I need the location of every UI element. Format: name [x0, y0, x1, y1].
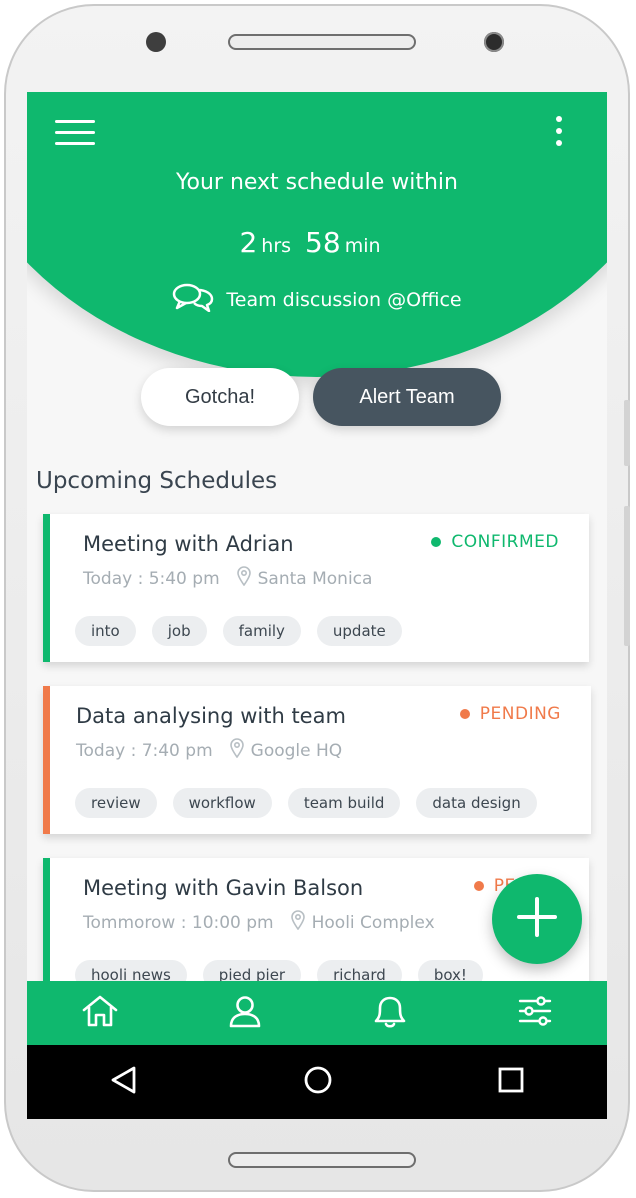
home-circle-icon[interactable] [303, 1065, 333, 1099]
earpiece-speaker [228, 34, 416, 50]
schedule-time: Tommorow : 10:00 pm [83, 912, 274, 933]
next-event: Team discussion @Office [27, 282, 607, 317]
nav-settings[interactable] [505, 983, 565, 1043]
bottom-navigation [27, 981, 607, 1045]
app-screen: Your next schedule within 2 hrs 58 min Team… [27, 92, 607, 1119]
status-dot-icon [431, 537, 442, 547]
schedule-location: Hooli Complex [311, 912, 435, 933]
power-button [624, 506, 630, 646]
schedule-meta: Today : 5:40 pm Santa Monica [83, 566, 372, 591]
tag[interactable]: review [75, 788, 157, 818]
hours-value: 2 [239, 226, 258, 259]
location-pin-icon [229, 738, 245, 763]
tag-list: into job family update [75, 616, 402, 646]
kebab-more-icon[interactable] [549, 116, 569, 152]
recents-icon[interactable] [497, 1066, 525, 1098]
minutes-value: 58 [305, 226, 341, 259]
plus-icon [516, 896, 558, 942]
volume-button [624, 400, 630, 466]
location-pin-icon [290, 910, 306, 935]
alert-team-button[interactable]: Alert Team [313, 368, 501, 426]
status-badge: CONFIRMED [431, 532, 559, 552]
schedule-location: Santa Monica [257, 568, 373, 589]
sliders-icon [517, 995, 553, 1031]
add-schedule-button[interactable] [492, 874, 582, 964]
gotcha-button[interactable]: Gotcha! [141, 368, 299, 426]
minutes-unit: min [344, 235, 381, 257]
tag[interactable]: update [316, 616, 402, 646]
schedule-title: Data analysing with team [76, 704, 346, 728]
tag-list: review workflow team build data design [75, 788, 537, 818]
hamburger-menu-icon[interactable] [55, 120, 95, 146]
bottom-speaker [228, 1152, 416, 1168]
status-dot-icon [459, 709, 470, 719]
profile-icon [228, 994, 262, 1032]
system-navigation-bar [27, 1045, 607, 1119]
location-pin-icon [236, 566, 252, 591]
chat-bubbles-icon [172, 282, 214, 317]
schedule-title: Meeting with Gavin Balson [83, 876, 364, 900]
nav-notifications[interactable] [360, 983, 420, 1043]
tag[interactable]: family [222, 616, 301, 646]
tag[interactable]: team build [287, 788, 401, 818]
status-text: CONFIRMED [451, 532, 559, 552]
schedule-card[interactable]: Data analysing with team PENDING Today :… [43, 686, 591, 834]
hours-unit: hrs [261, 235, 292, 257]
bell-icon [371, 993, 409, 1033]
status-badge: PENDING [459, 704, 561, 724]
proximity-sensor [146, 32, 166, 52]
nav-profile[interactable] [215, 983, 275, 1043]
schedule-title: Meeting with Adrian [83, 532, 294, 556]
status-dot-icon [473, 881, 484, 891]
tag[interactable]: data design [416, 788, 537, 818]
status-accent-bar [43, 514, 50, 662]
tag[interactable]: workflow [172, 788, 272, 818]
tag[interactable]: into [75, 616, 136, 646]
section-title: Upcoming Schedules [36, 468, 278, 494]
tag[interactable]: job [151, 616, 207, 646]
schedule-time: Today : 7:40 pm [76, 740, 213, 761]
countdown: 2 hrs 58 min [27, 226, 607, 259]
schedule-location: Google HQ [250, 740, 343, 761]
next-schedule-title: Your next schedule within [175, 170, 458, 195]
schedule-meta: Today : 7:40 pm Google HQ [76, 738, 342, 763]
schedule-card[interactable]: Meeting with Adrian CONFIRMED Today : 5:… [43, 514, 589, 662]
home-icon [81, 994, 119, 1032]
status-accent-bar [43, 686, 50, 834]
status-text: PENDING [479, 704, 561, 724]
event-text: Team discussion @Office [226, 288, 462, 311]
nav-home[interactable] [70, 983, 130, 1043]
schedule-meta: Tommorow : 10:00 pm Hooli Complex [83, 910, 435, 935]
front-camera [484, 32, 504, 52]
schedule-time: Today : 5:40 pm [83, 568, 220, 589]
back-icon[interactable] [109, 1065, 139, 1099]
